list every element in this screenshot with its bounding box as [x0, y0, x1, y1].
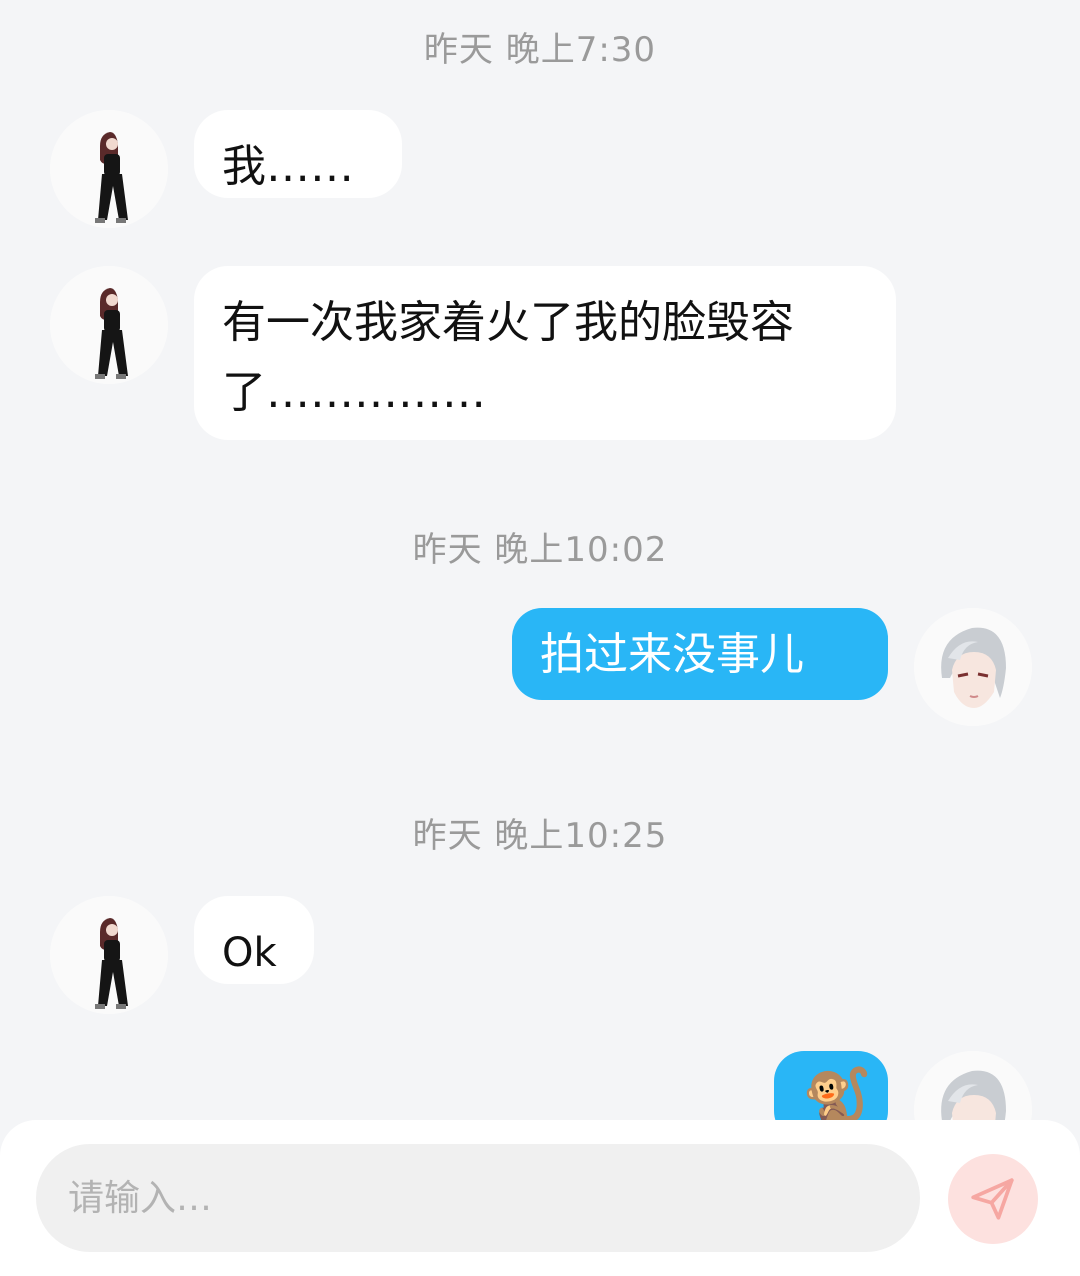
chat-screen: 昨天 晚上7:30 我…… 有一次我家着火了我的脸毁容了…………… 昨天 晚上1…: [0, 0, 1080, 1276]
message-bubble-incoming[interactable]: 我……: [194, 110, 402, 198]
contact-avatar[interactable]: [50, 896, 168, 1014]
contact-avatar[interactable]: [50, 110, 168, 228]
message-composer: [0, 1120, 1080, 1276]
send-plane-icon: [971, 1178, 1014, 1220]
silver-hair-avatar-icon: [914, 608, 1032, 726]
message-bubble-incoming[interactable]: 有一次我家着火了我的脸毁容了……………: [194, 266, 896, 440]
contact-avatar[interactable]: [50, 266, 168, 384]
timestamp: 昨天 晚上10:25: [412, 816, 668, 856]
girl-avatar-icon: [50, 266, 168, 384]
send-button[interactable]: [948, 1154, 1038, 1244]
message-bubble-outgoing[interactable]: 拍过来没事儿: [512, 608, 888, 700]
timestamp: 昨天 晚上7:30: [423, 30, 657, 70]
message-bubble-incoming[interactable]: Ok: [194, 896, 314, 984]
girl-avatar-icon: [50, 110, 168, 228]
girl-avatar-icon: [50, 896, 168, 1014]
my-avatar[interactable]: [914, 608, 1032, 726]
message-input[interactable]: [36, 1144, 920, 1252]
timestamp: 昨天 晚上10:02: [412, 530, 668, 570]
